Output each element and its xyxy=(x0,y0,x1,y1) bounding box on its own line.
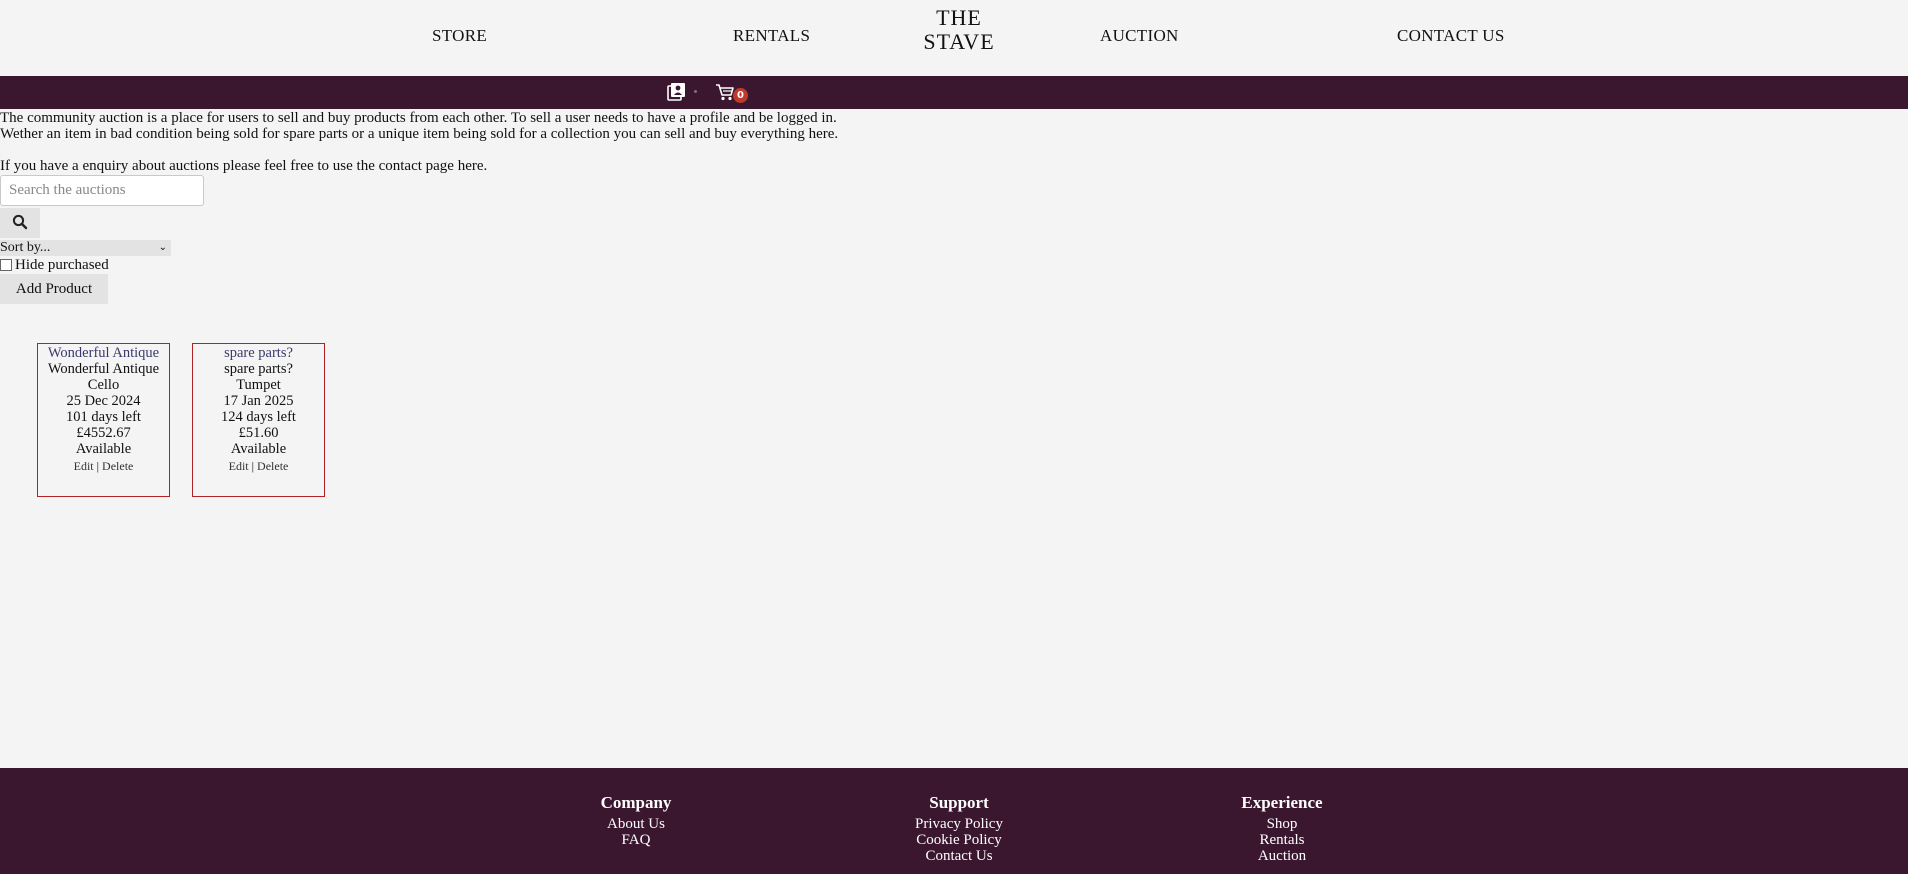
footer-link-contact-us[interactable]: Contact Us xyxy=(879,848,1039,864)
search-input[interactable] xyxy=(0,175,204,206)
brand-line-2: STAVE xyxy=(923,29,995,54)
auction-title: Wonderful Antique xyxy=(47,361,160,377)
auction-price: £51.60 xyxy=(238,425,279,441)
edit-link[interactable]: Edit xyxy=(74,459,94,473)
sort-selected-value: Sort by... xyxy=(0,240,51,255)
auction-days-left: 124 days left xyxy=(221,409,296,425)
add-product-button[interactable]: Add Product xyxy=(0,274,108,304)
search-button[interactable] xyxy=(0,208,40,238)
hide-purchased-label[interactable]: Hide purchased xyxy=(15,257,109,273)
footer-support-column: Support Privacy Policy Cookie Policy Con… xyxy=(879,793,1039,865)
hide-purchased-row: Hide purchased xyxy=(0,257,109,273)
auction-actions: Edit | Delete xyxy=(193,458,324,474)
footer-link-shop[interactable]: Shop xyxy=(1202,816,1362,832)
auction-actions: Edit | Delete xyxy=(38,458,169,474)
auction-price: £4552.67 xyxy=(76,425,131,441)
brand-logo[interactable]: THE STAVE xyxy=(900,6,1018,54)
nav-rentals-link[interactable]: RENTALS xyxy=(733,26,810,46)
nav-auction-link[interactable]: AUCTION xyxy=(1100,26,1179,46)
auction-title-link[interactable]: spare parts? xyxy=(193,345,324,361)
cart-count-badge: 0 xyxy=(733,88,748,103)
footer-company-heading: Company xyxy=(600,793,672,812)
chevron-down-icon: ⌄ xyxy=(158,242,167,253)
footer-link-about-us[interactable]: About Us xyxy=(556,816,716,832)
auction-title-link[interactable]: Wonderful Antique xyxy=(38,345,169,361)
auction-date: 17 Jan 2025 xyxy=(223,393,294,409)
action-separator: | xyxy=(96,459,100,473)
auction-instrument: Tumpet xyxy=(236,377,281,393)
delete-link[interactable]: Delete xyxy=(102,459,133,473)
action-separator: | xyxy=(251,459,255,473)
search-icon xyxy=(12,214,28,229)
footer-experience-heading: Experience xyxy=(1241,793,1323,812)
top-navigation: STORE RENTALS THE STAVE AUCTION CONTACT … xyxy=(0,0,1908,76)
intro-line-3: If you have a enquiry about auctions ple… xyxy=(0,158,488,174)
brand-line-1: THE xyxy=(936,5,982,30)
delete-link[interactable]: Delete xyxy=(257,459,288,473)
auction-date: 25 Dec 2024 xyxy=(66,393,141,409)
intro-line-1: The community auction is a place for use… xyxy=(0,110,837,126)
edit-link[interactable]: Edit xyxy=(229,459,249,473)
site-footer: Company About Us FAQ Support Privacy Pol… xyxy=(0,768,1908,874)
nav-contact-link[interactable]: CONTACT US xyxy=(1397,26,1505,46)
auction-card: Wonderful Antique Wonderful Antique Cell… xyxy=(37,343,170,497)
auction-days-left: 101 days left xyxy=(66,409,141,425)
nav-store-link[interactable]: STORE xyxy=(432,26,487,46)
account-bar: 0 xyxy=(0,76,1908,109)
footer-support-heading: Support xyxy=(929,793,989,812)
auction-card: spare parts? spare parts? Tumpet 17 Jan … xyxy=(192,343,325,497)
separator-dot xyxy=(694,90,697,93)
footer-link-privacy-policy[interactable]: Privacy Policy xyxy=(879,816,1039,832)
hide-purchased-checkbox[interactable] xyxy=(0,258,12,271)
sort-select[interactable]: Sort by... ⌄ xyxy=(0,240,171,256)
auction-status: Available xyxy=(75,441,132,457)
auction-intro: The community auction is a place for use… xyxy=(0,110,1000,174)
intro-line-2: Wether an item in bad condition being so… xyxy=(0,126,839,142)
auction-status: Available xyxy=(230,441,287,457)
footer-company-column: Company About Us FAQ xyxy=(556,793,716,849)
footer-link-auction[interactable]: Auction xyxy=(1202,848,1362,864)
auction-instrument: Cello xyxy=(87,377,120,393)
auction-title: spare parts? xyxy=(224,361,293,377)
footer-experience-column: Experience Shop Rentals Auction xyxy=(1202,793,1362,865)
footer-link-rentals[interactable]: Rentals xyxy=(1202,832,1362,848)
profile-icon[interactable] xyxy=(666,81,688,103)
footer-link-cookie-policy[interactable]: Cookie Policy xyxy=(879,832,1039,848)
footer-link-faq[interactable]: FAQ xyxy=(556,832,716,848)
